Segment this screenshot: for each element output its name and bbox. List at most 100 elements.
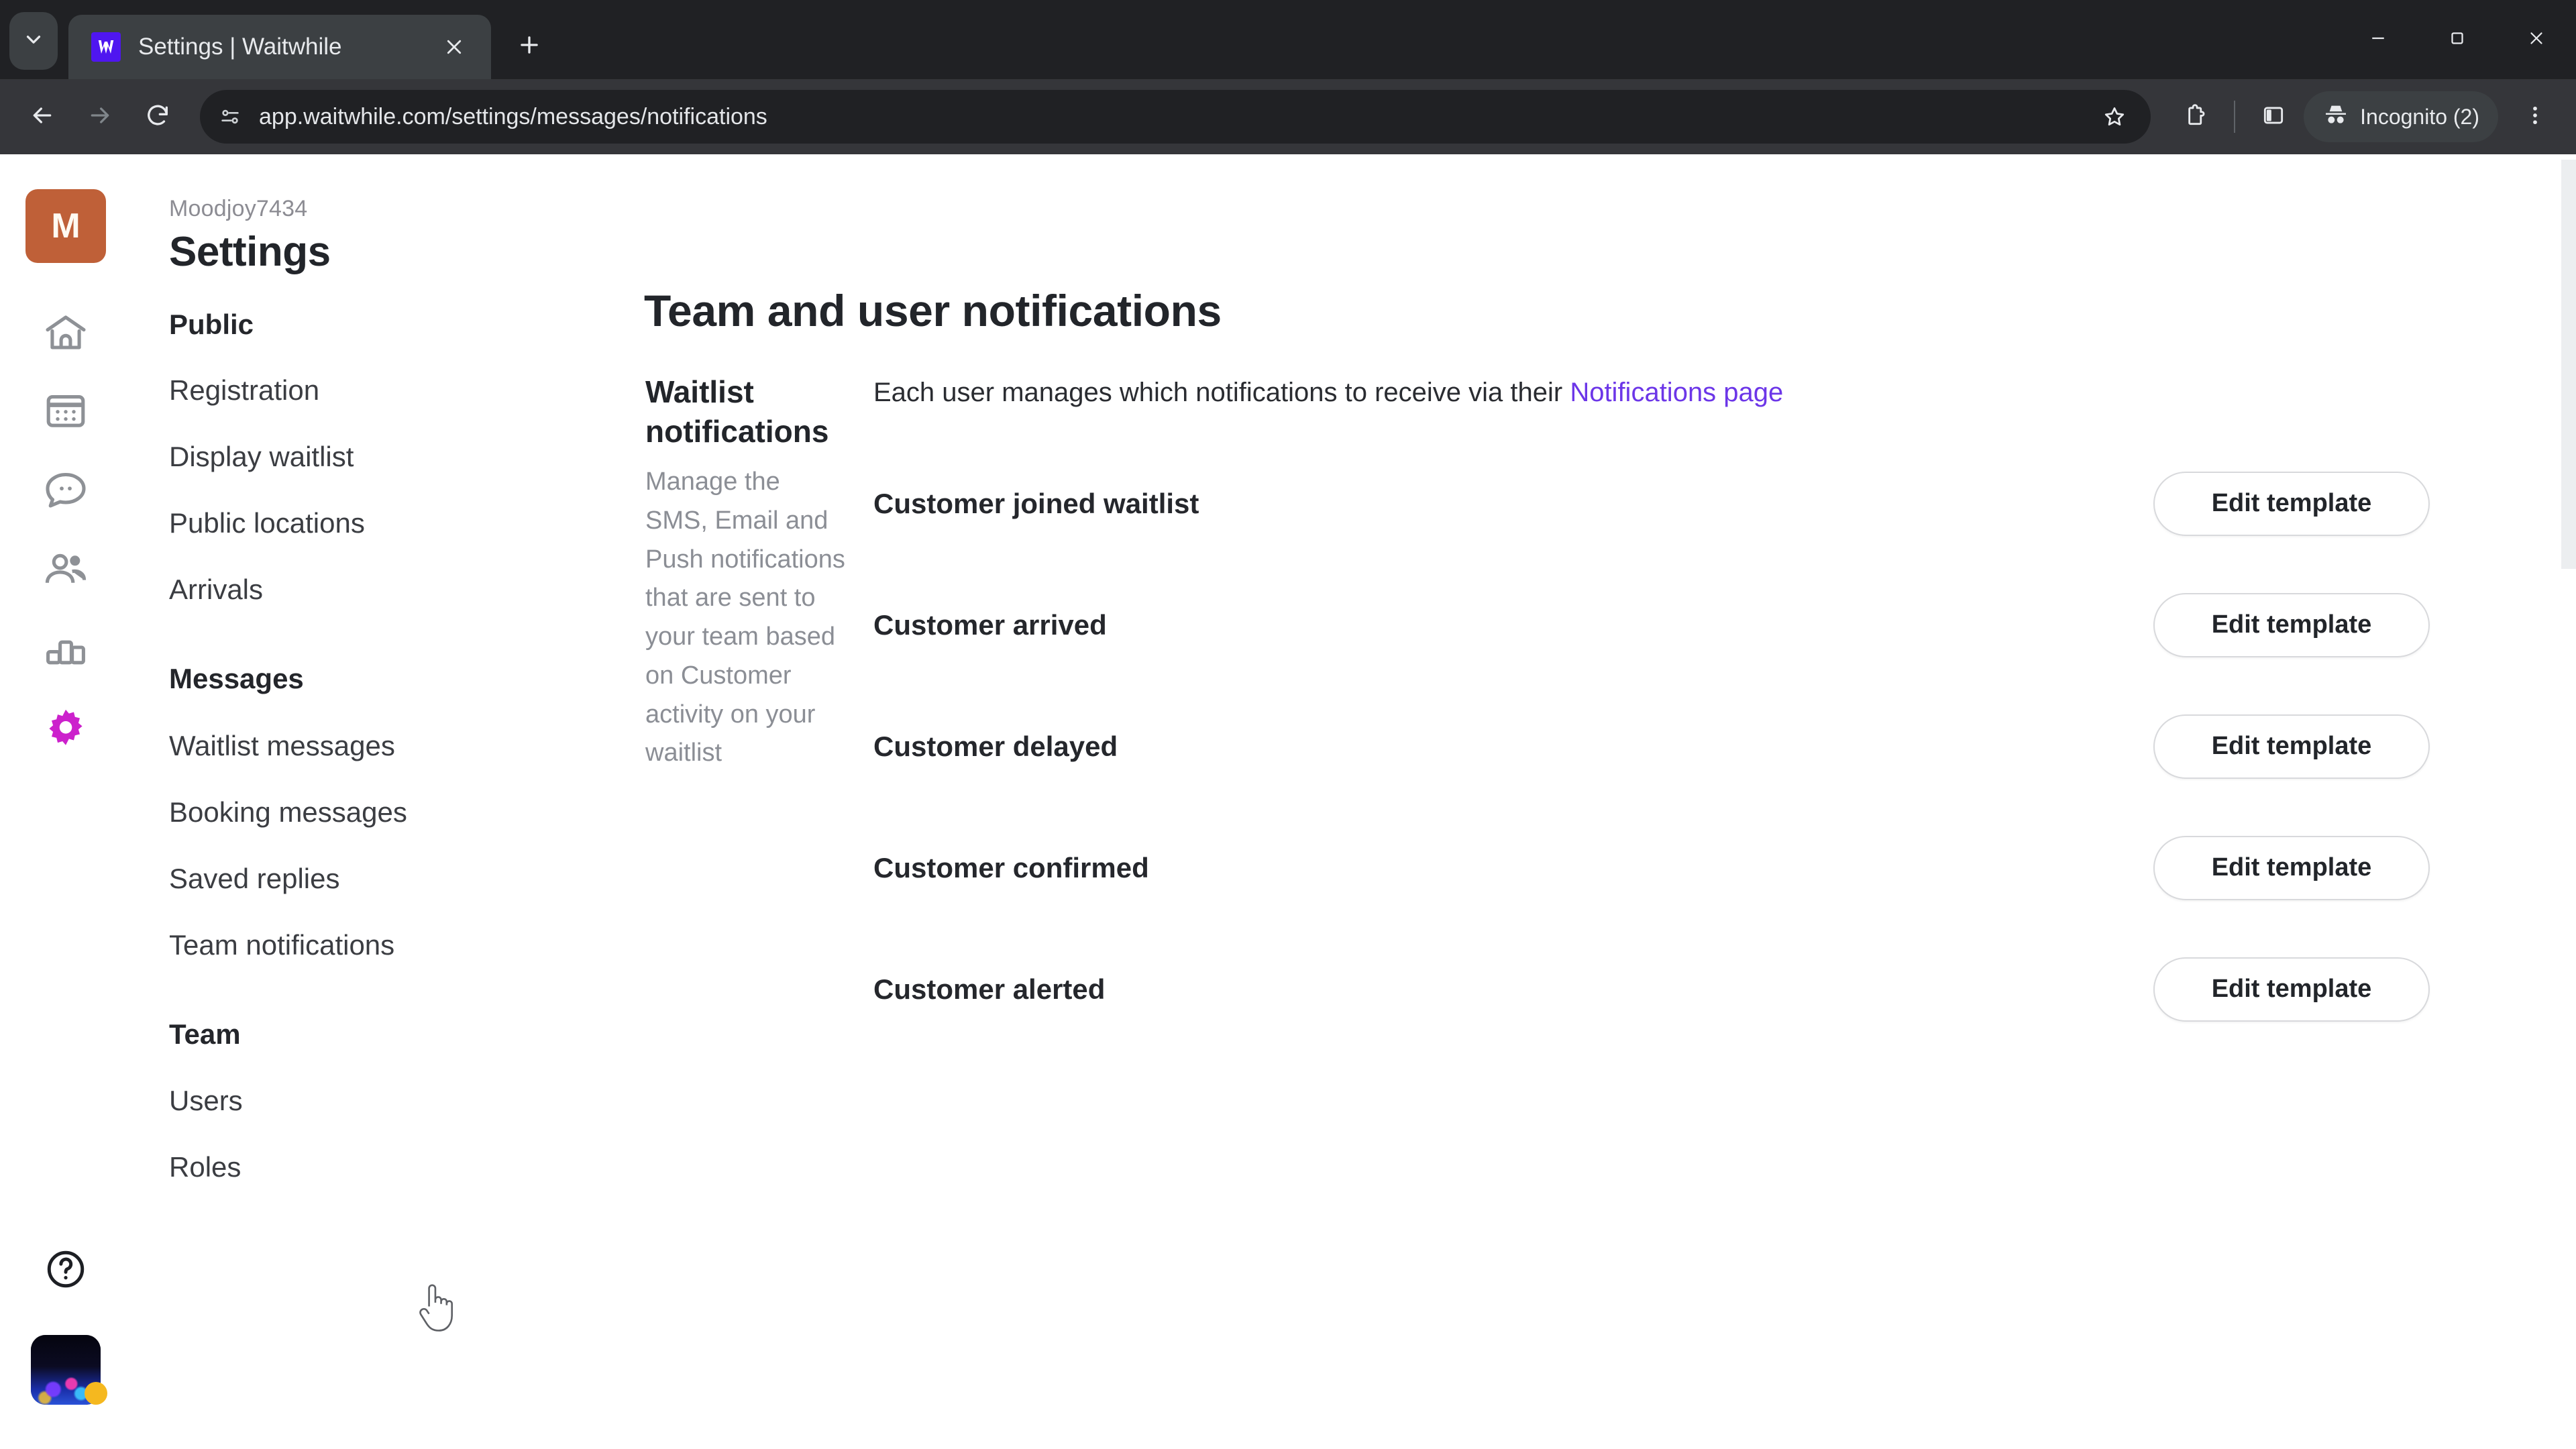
app-icon-rail: M [0, 154, 134, 1449]
avatar-status-badge [85, 1382, 107, 1405]
sidebar-item-display-waitlist[interactable]: Display waitlist [169, 441, 354, 473]
gear-icon [42, 705, 90, 757]
help-circle-icon [44, 1247, 88, 1295]
forward-button[interactable] [72, 89, 127, 144]
maximize-button[interactable] [2418, 0, 2497, 79]
arrow-left-icon [29, 102, 56, 132]
minimize-icon [2368, 28, 2388, 52]
star-icon[interactable] [2090, 93, 2139, 141]
three-dots-vertical-icon [2523, 103, 2547, 131]
browser-menu-button[interactable] [2509, 91, 2561, 143]
sidebar-item-booking-messages[interactable]: Booking messages [169, 796, 407, 828]
back-button[interactable] [15, 89, 70, 144]
side-panel-button[interactable] [2247, 91, 2300, 143]
table-row: Customer arrived Edit template [873, 564, 2430, 686]
tab-search-button[interactable] [9, 12, 58, 70]
extensions-button[interactable] [2169, 91, 2222, 143]
incognito-label: Incognito (2) [2360, 104, 2479, 129]
side-panel-icon [2261, 103, 2286, 131]
close-icon [2526, 28, 2546, 52]
row-label: Customer joined waitlist [873, 487, 1199, 519]
incognito-hat-icon [2322, 102, 2349, 132]
table-row: Customer confirmed Edit template [873, 807, 2430, 928]
settings-nav-column: Moodjoy7434 Settings Public Registration… [134, 154, 655, 1449]
notice-body: Each user manages which notifications to… [873, 378, 1570, 407]
incognito-profile-chip[interactable]: Incognito (2) [2304, 91, 2498, 142]
page-title: Settings [169, 229, 331, 275]
row-label: Customer alerted [873, 973, 1106, 1005]
waitwhile-logo-icon [91, 32, 121, 62]
sidebar-item-public-locations[interactable]: Public locations [169, 507, 365, 539]
sidebar-item-arrivals[interactable]: Arrivals [169, 574, 263, 606]
address-bar[interactable]: app.waitwhile.com/settings/messages/noti… [200, 90, 2151, 144]
table-row: Customer alerted Edit template [873, 928, 2430, 1050]
notification-rows: Customer joined waitlist Edit template C… [873, 443, 2430, 1050]
rail-item-messages[interactable] [30, 455, 102, 527]
section-heading: Waitlist notifications [645, 374, 829, 449]
tab-title: Settings | Waitwhile [138, 34, 342, 60]
chevron-down-icon [22, 28, 45, 54]
reload-icon [144, 102, 171, 132]
notifications-page-link[interactable]: Notifications page [1570, 378, 1783, 407]
browser-window: Settings | Waitwhile app.waitwhile.com/s… [0, 0, 2576, 1449]
rail-item-home[interactable] [30, 299, 102, 371]
sidebar-item-waitlist-messages[interactable]: Waitlist messages [169, 730, 395, 762]
sidebar-item-saved-replies[interactable]: Saved replies [169, 863, 339, 895]
table-row: Customer joined waitlist Edit template [873, 443, 2430, 564]
rail-item-customers[interactable] [30, 535, 102, 607]
row-label: Customer delayed [873, 730, 1118, 762]
section-description: Manage the SMS, Email and Push notificat… [645, 468, 845, 767]
home-icon [42, 309, 90, 361]
tune-sliders-icon[interactable] [209, 96, 251, 138]
browser-toolbar: app.waitwhile.com/settings/messages/noti… [0, 79, 2576, 154]
rail-item-schedule[interactable] [30, 376, 102, 448]
minimize-button[interactable] [2339, 0, 2418, 79]
sidebar-item-registration[interactable]: Registration [169, 374, 319, 407]
toolbar-right-actions: Incognito (2) [2169, 91, 2561, 143]
edit-template-button[interactable]: Edit template [2153, 714, 2430, 779]
people-icon [42, 545, 90, 597]
bar-chart-icon [42, 625, 90, 677]
page-scrollbar-track[interactable] [2561, 154, 2576, 1449]
maximize-icon [2447, 28, 2467, 52]
row-label: Customer arrived [873, 608, 1107, 641]
page-content: M Moodjoy7434 Settings Public Registrati… [0, 154, 2576, 1449]
toolbar-divider [2234, 101, 2236, 133]
chat-icon [42, 466, 90, 517]
row-label: Customer confirmed [873, 851, 1149, 883]
notice-text: Each user manages which notifications to… [873, 378, 1783, 408]
arrow-right-icon [87, 102, 113, 132]
page-scrollbar-thumb[interactable] [2561, 160, 2576, 569]
close-icon[interactable] [436, 29, 472, 65]
edit-template-button[interactable]: Edit template [2153, 957, 2430, 1022]
rail-item-analytics[interactable] [30, 614, 102, 687]
main-heading: Team and user notifications [644, 286, 1222, 335]
sidebar-item-users[interactable]: Users [169, 1085, 243, 1117]
plus-icon [517, 32, 542, 61]
settings-nav-list: Public Registration Display waitlist Pub… [134, 309, 537, 1449]
edit-template-button[interactable]: Edit template [2153, 592, 2430, 657]
rail-item-settings[interactable] [30, 694, 102, 767]
puzzle-extension-icon [2183, 103, 2208, 131]
edit-template-button[interactable]: Edit template [2153, 471, 2430, 536]
sidebar-item-roles[interactable]: Roles [169, 1151, 241, 1183]
nav-group-team: Team [169, 1018, 241, 1050]
url-text: app.waitwhile.com/settings/messages/noti… [259, 103, 767, 129]
main-content: Team and user notifications Waitlist not… [537, 154, 2576, 1449]
table-row: Customer delayed Edit template [873, 686, 2430, 807]
browser-tab[interactable]: Settings | Waitwhile [68, 15, 491, 79]
calendar-icon [42, 386, 90, 438]
close-window-button[interactable] [2497, 0, 2576, 79]
workspace-logo[interactable]: M [25, 189, 106, 263]
window-controls [2339, 0, 2576, 79]
account-name: Moodjoy7434 [169, 196, 308, 221]
nav-group-messages: Messages [169, 663, 304, 694]
help-button[interactable] [30, 1234, 102, 1307]
sidebar-item-team-notifications[interactable]: Team notifications [169, 929, 394, 961]
reload-button[interactable] [130, 89, 185, 144]
nav-group-public: Public [169, 309, 254, 340]
omnibox-actions [2090, 93, 2139, 141]
new-tab-button[interactable] [506, 23, 553, 70]
tab-strip: Settings | Waitwhile [0, 0, 2576, 79]
edit-template-button[interactable]: Edit template [2153, 835, 2430, 900]
